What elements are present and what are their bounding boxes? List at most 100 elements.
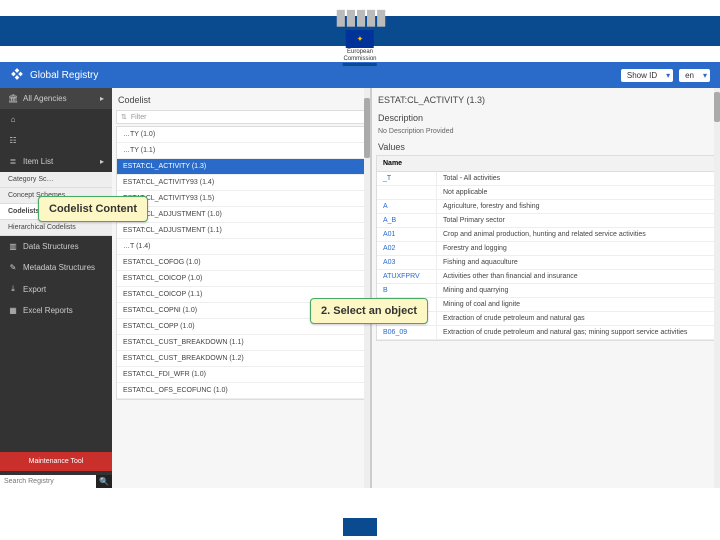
table-row[interactable]: A01Crop and animal production, hunting a… [377, 228, 715, 242]
sidebar-item[interactable]: ✎ Metadata Structures [0, 257, 112, 278]
sidebar-label: All Agencies [23, 94, 67, 103]
filter-box[interactable]: ⇅ Filter [116, 110, 366, 124]
sidebar-label: Item List [23, 157, 53, 166]
sidebar-icon: ≣ [8, 157, 18, 166]
value-name: Total - All activities [437, 172, 715, 185]
list-item[interactable]: ESTAT:CL_ACTIVITY (1.3) [117, 159, 365, 175]
sidebar: 🏛All Agencies▸⌂☷≣Item List▸ Category Sc…… [0, 88, 112, 488]
sidebar-label: Excel Reports [23, 306, 73, 315]
value-id: A03 [377, 256, 437, 269]
table-row[interactable]: ATUXFPRVActivities other than financial … [377, 270, 715, 284]
app-title: Global Registry [30, 70, 98, 81]
list-item[interactable]: ESTAT:CL_ACTIVITY93 (1.4) [117, 175, 365, 191]
sidebar-subitem[interactable]: Hierarchical Codelists [0, 220, 112, 236]
list-item[interactable]: ESTAT:CL_COICOP (1.0) [117, 271, 365, 287]
sidebar-icon: ▦ [8, 306, 18, 315]
value-id [377, 186, 437, 199]
value-name: Not applicable [437, 186, 715, 199]
ec-underline [343, 63, 377, 66]
eu-flag-icon [346, 30, 374, 48]
description-heading: Description [376, 110, 716, 126]
list-item[interactable]: ESTAT:CL_COFOG (1.0) [117, 255, 365, 271]
table-row[interactable]: Not applicable [377, 186, 715, 200]
table-row[interactable]: _TTotal - All activities [377, 172, 715, 186]
sidebar-item[interactable]: ⌂ [0, 109, 112, 130]
codelist-title: Codelist [116, 92, 366, 108]
mid-scrollbar[interactable] [364, 88, 370, 488]
sidebar-label: Data Structures [23, 242, 79, 251]
value-name: Mining of coal and lignite [437, 298, 715, 311]
sidebar-item[interactable]: ⤓ Export [0, 278, 112, 300]
showid-select[interactable]: Show ID [621, 69, 673, 82]
sidebar-icon: ⌂ [8, 115, 18, 124]
codelist-list: …TY (1.0)…TY (1.1)ESTAT:CL_ACTIVITY (1.3… [116, 126, 366, 400]
table-row[interactable]: A_BTotal Primary sector [377, 214, 715, 228]
main-area: 🏛All Agencies▸⌂☷≣Item List▸ Category Sc…… [0, 88, 720, 488]
lang-select[interactable]: en [679, 69, 710, 82]
table-row[interactable]: B06_09Extraction of crude petroleum and … [377, 326, 715, 340]
value-name: Mining and quarrying [437, 284, 715, 297]
sidebar-item[interactable]: 🏛All Agencies▸ [0, 88, 112, 109]
sidebar-item[interactable]: ≣Item List▸ [0, 151, 112, 172]
value-id: B06_09 [377, 326, 437, 339]
value-name: Extraction of crude petroleum and natura… [437, 312, 715, 325]
table-row[interactable]: A02Forestry and logging [377, 242, 715, 256]
ec-text-2: Commission [335, 56, 386, 62]
value-name: Forestry and logging [437, 242, 715, 255]
detail-title: ESTAT:CL_ACTIVITY (1.3) [376, 92, 716, 108]
detail-panel: ESTAT:CL_ACTIVITY (1.3) Description No D… [372, 88, 720, 488]
sidebar-item[interactable]: ☷ [0, 130, 112, 151]
value-name: Activities other than financial and insu… [437, 270, 715, 283]
search-button[interactable]: 🔍 [96, 475, 112, 488]
registry-icon [10, 67, 24, 84]
ec-logo: ▮▮▮▮▮ European Commission [335, 4, 386, 67]
value-name: Crop and animal production, hunting and … [437, 228, 715, 241]
list-item[interactable]: ESTAT:CL_ACTIVITY93 (1.5) [117, 191, 365, 207]
list-item[interactable]: ESTAT:CL_ADJUSTMENT (1.1) [117, 223, 365, 239]
list-item[interactable]: ESTAT:CL_CUST_BREAKDOWN (1.2) [117, 351, 365, 367]
values-header: Name [377, 156, 715, 172]
sidebar-item[interactable]: ▥ Data Structures [0, 236, 112, 257]
ec-text-1: European [335, 49, 386, 55]
sidebar-icon: ▥ [8, 242, 18, 251]
list-item[interactable]: …TY (1.0) [117, 127, 365, 143]
table-row[interactable]: A03Fishing and aquaculture [377, 256, 715, 270]
sidebar-icon: ✎ [8, 263, 18, 272]
sidebar-icon: ☷ [8, 136, 18, 145]
value-id: A01 [377, 228, 437, 241]
callout-select-object: 2. Select an object [310, 298, 428, 324]
sidebar-label: Metadata Structures [23, 263, 95, 272]
value-name: Agriculture, forestry and fishing [437, 200, 715, 213]
right-scrollbar[interactable] [714, 88, 720, 488]
sidebar-icon: ⤓ [8, 284, 18, 294]
list-item[interactable]: ESTAT:CL_CUST_BREAKDOWN (1.1) [117, 335, 365, 351]
values-heading: Values [376, 139, 716, 155]
table-row[interactable]: AAgriculture, forestry and fishing [377, 200, 715, 214]
sidebar-label: Export [23, 285, 46, 294]
list-item[interactable]: ESTAT:CL_FDI_WFR (1.0) [117, 367, 365, 383]
value-id: A [377, 200, 437, 213]
list-item[interactable]: ESTAT:CL_ADJUSTMENT (1.0) [117, 207, 365, 223]
value-id: A_B [377, 214, 437, 227]
value-id: B [377, 284, 437, 297]
value-name: Extraction of crude petroleum and natura… [437, 326, 715, 339]
maintenance-button[interactable]: Maintenance Tool [0, 452, 112, 471]
filter-placeholder: Filter [131, 114, 147, 121]
list-item[interactable]: …T (1.4) [117, 239, 365, 255]
codelist-panel: Codelist ⇅ Filter …TY (1.0)…TY (1.1)ESTA… [112, 88, 372, 488]
search-input[interactable] [0, 475, 96, 488]
value-id: A02 [377, 242, 437, 255]
list-item[interactable]: …TY (1.1) [117, 143, 365, 159]
building-icon: ▮▮▮▮▮ [335, 4, 386, 30]
header: ▮▮▮▮▮ European Commission [0, 0, 720, 62]
sidebar-subitem[interactable]: Category Sc… [0, 172, 112, 188]
value-name: Total Primary sector [437, 214, 715, 227]
table-row[interactable]: BMining and quarrying [377, 284, 715, 298]
sidebar-icon: 🏛 [8, 94, 18, 103]
value-id: _T [377, 172, 437, 185]
description-text: No Description Provided [376, 126, 716, 137]
sidebar-item[interactable]: ▦ Excel Reports [0, 300, 112, 321]
sidebar-search: 🔍 [0, 475, 112, 488]
list-item[interactable]: ESTAT:CL_OFS_ECOFUNC (1.0) [117, 383, 365, 399]
filter-icon: ⇅ [121, 113, 127, 121]
